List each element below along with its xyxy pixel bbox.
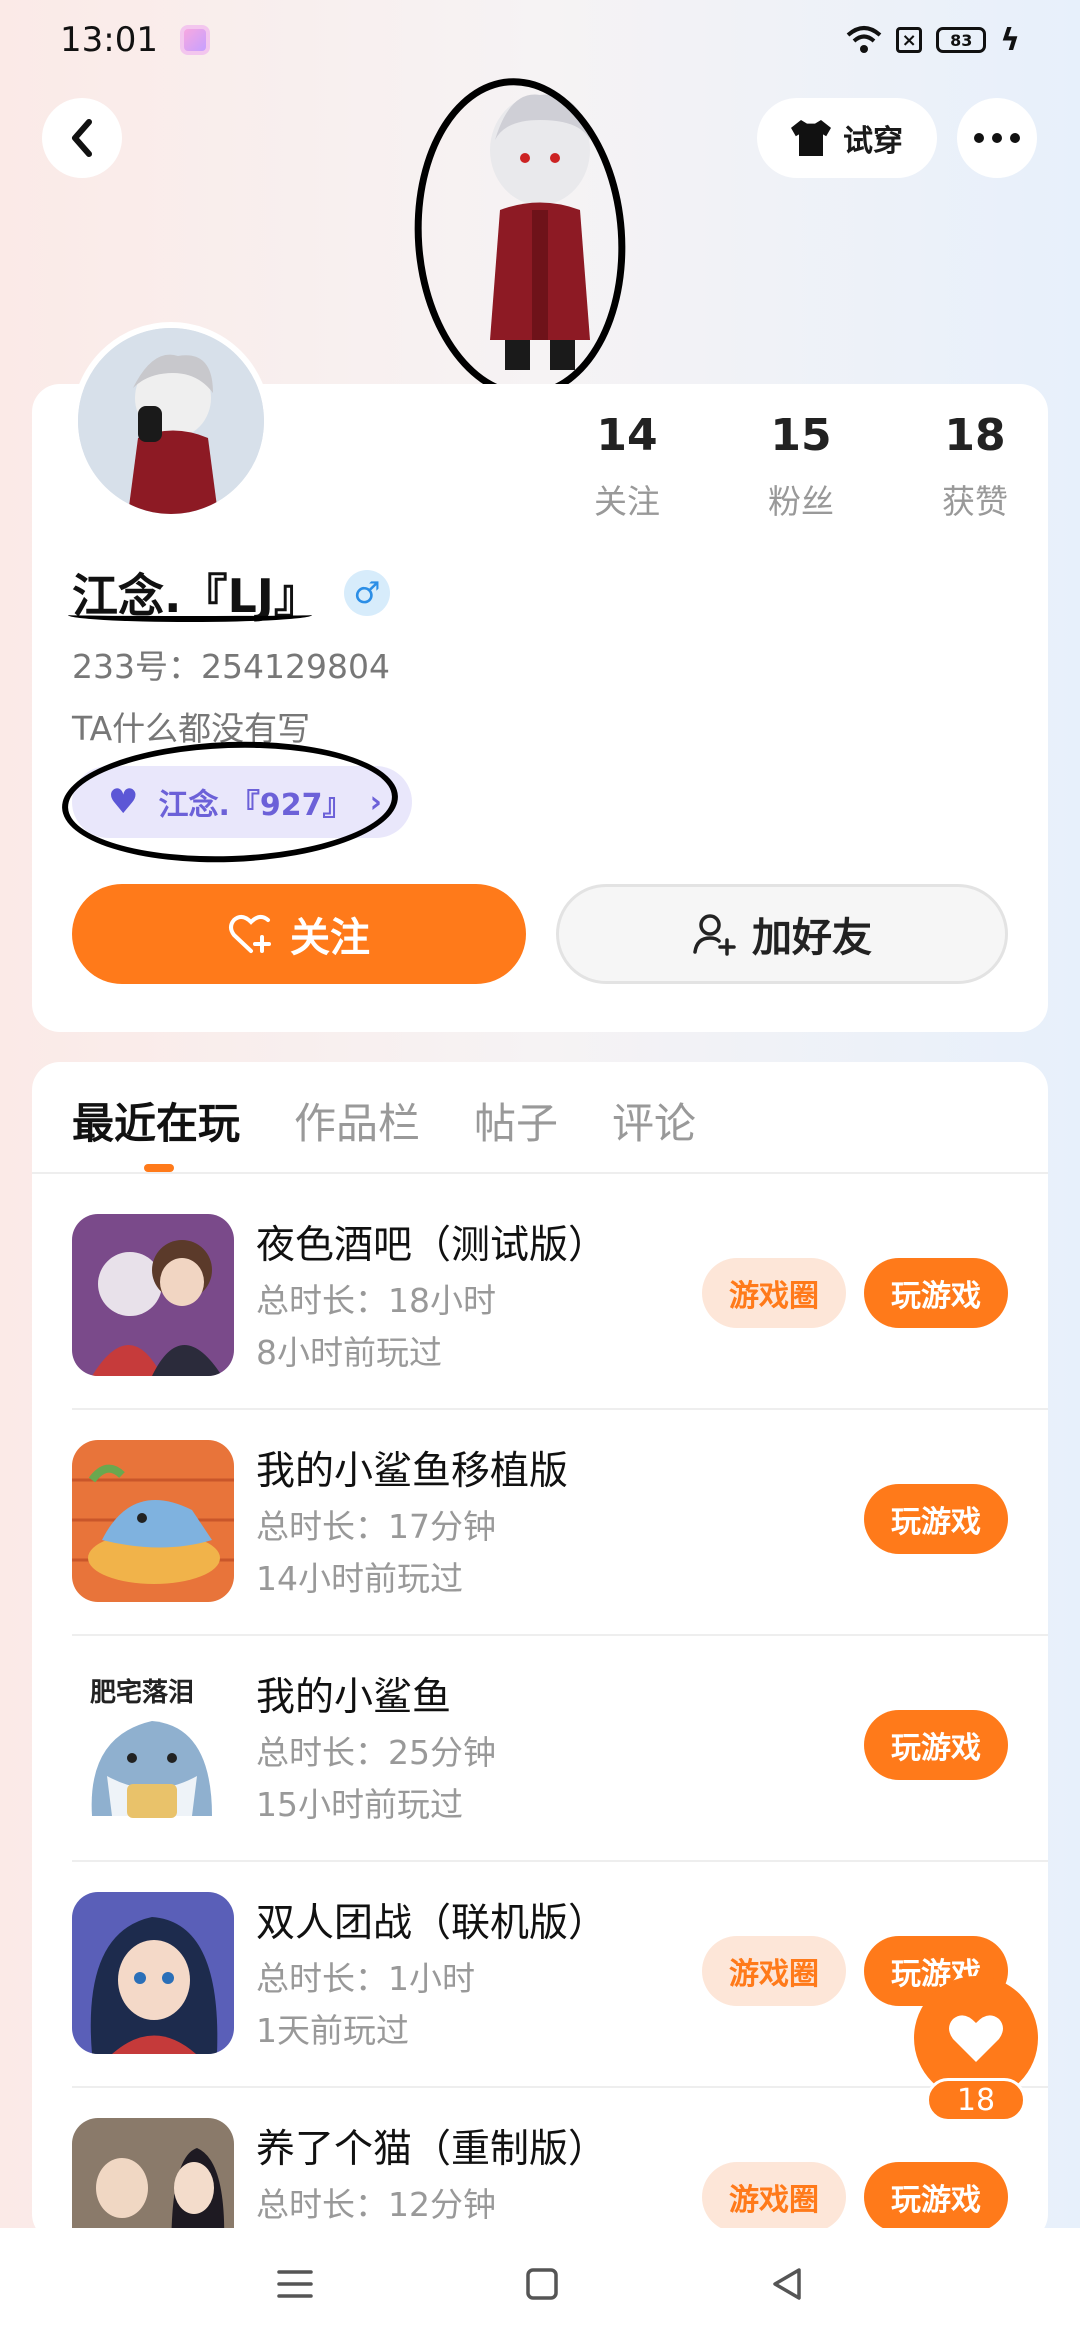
shirt-icon bbox=[791, 120, 831, 156]
game-duration: 总时长：12分钟 bbox=[256, 2185, 496, 2224]
game-thumbnail[interactable]: 肥宅落泪 bbox=[72, 1666, 234, 1828]
status-icons: × 83 ϟ bbox=[846, 23, 1020, 58]
list-item[interactable]: 肥宅落泪 我的小鲨鱼 总时长：25分钟 15小时前玩过 玩游戏 bbox=[72, 1666, 1048, 1892]
stat-following[interactable]: 14 关注 bbox=[540, 410, 714, 523]
game-title: 夜色酒吧（测试版） bbox=[256, 1223, 608, 1268]
stat-following-label: 关注 bbox=[594, 482, 660, 521]
stat-followers[interactable]: 15 粉丝 bbox=[714, 410, 888, 523]
game-last-played: 14小时前玩过 bbox=[256, 1559, 463, 1598]
try-on-label: 试穿 bbox=[843, 124, 903, 159]
male-gender-icon: ♂ bbox=[343, 570, 390, 616]
try-on-button[interactable]: 试穿 bbox=[757, 98, 937, 178]
game-duration: 总时长：25分钟 bbox=[256, 1733, 496, 1772]
row-divider bbox=[72, 1408, 1048, 1410]
stat-followers-value: 15 bbox=[770, 410, 832, 461]
list-item[interactable]: 养了个猫（重制版） 总时长：12分钟 游戏圈 玩游戏 bbox=[72, 2118, 1008, 2228]
play-game-button[interactable]: 玩游戏 bbox=[864, 1710, 1008, 1780]
tab-divider bbox=[32, 1172, 1048, 1174]
chevron-left-icon bbox=[72, 119, 92, 157]
sim-disabled-icon: × bbox=[896, 27, 923, 53]
back-button[interactable] bbox=[42, 98, 122, 178]
stat-following-value: 14 bbox=[596, 410, 658, 461]
wifi-icon bbox=[846, 26, 882, 53]
stat-likes-value: 18 bbox=[944, 410, 1006, 461]
tab-indicator bbox=[144, 1164, 174, 1172]
follow-button[interactable]: 关注 bbox=[72, 884, 526, 984]
play-game-button[interactable]: 玩游戏 bbox=[864, 1258, 1008, 1328]
game-last-played: 1天前玩过 bbox=[256, 2011, 409, 2050]
stat-likes[interactable]: 18 获赞 bbox=[888, 410, 1062, 523]
game-last-played: 15小时前玩过 bbox=[256, 1785, 463, 1824]
play-game-button[interactable]: 玩游戏 bbox=[864, 1484, 1008, 1554]
tab-comments[interactable]: 评论 bbox=[612, 1090, 696, 1151]
list-item[interactable]: 我的小鲨鱼移植版 总时长：17分钟 14小时前玩过 玩游戏 bbox=[72, 1440, 1048, 1666]
more-button[interactable] bbox=[957, 98, 1037, 178]
list-item[interactable]: 双人团战（联机版） 总时长：1小时 1天前玩过 游戏圈 玩游戏 bbox=[72, 1892, 1048, 2118]
back-triangle-icon[interactable] bbox=[769, 2266, 805, 2302]
row-divider bbox=[72, 2086, 1048, 2088]
add-user-icon bbox=[693, 914, 736, 956]
game-circle-button[interactable]: 游戏圈 bbox=[702, 2162, 846, 2228]
stat-followers-label: 粉丝 bbox=[768, 482, 834, 521]
game-title: 双人团战（联机版） bbox=[256, 1901, 608, 1946]
game-duration: 总时长：18小时 bbox=[256, 1281, 496, 1320]
system-nav-bar bbox=[0, 2228, 1080, 2340]
game-circle-button[interactable]: 游戏圈 bbox=[702, 1258, 846, 1328]
add-friend-button[interactable]: 加好友 bbox=[556, 884, 1008, 984]
status-time: 13:01 bbox=[60, 20, 158, 60]
name-underline-mark bbox=[68, 608, 312, 622]
game-title: 养了个猫（重制版） bbox=[256, 2127, 608, 2172]
list-item[interactable]: 夜色酒吧（测试版） 总时长：18小时 8小时前玩过 游戏圈 玩游戏 bbox=[72, 1214, 1048, 1440]
stats-row: 14 关注 15 粉丝 18 获赞 bbox=[540, 410, 1062, 523]
app-notification-icon bbox=[179, 25, 210, 55]
game-thumbnail[interactable] bbox=[72, 1214, 234, 1376]
more-dots-icon bbox=[974, 133, 1020, 143]
home-square-icon[interactable] bbox=[525, 2267, 559, 2301]
game-title: 我的小鲨鱼移植版 bbox=[256, 1449, 569, 1494]
stat-likes-label: 获赞 bbox=[942, 482, 1008, 521]
game-thumbnail[interactable] bbox=[72, 1892, 234, 2054]
profile-tabs: 最近在玩 作品栏 帖子 评论 bbox=[72, 1090, 696, 1151]
follow-label: 关注 bbox=[290, 915, 370, 961]
avatar-image bbox=[78, 328, 264, 514]
charging-icon: ϟ bbox=[1000, 22, 1020, 58]
menu-icon[interactable] bbox=[275, 2268, 315, 2300]
user-id[interactable]: 233号：254129804 bbox=[72, 640, 390, 688]
game-thumbnail[interactable] bbox=[72, 2118, 234, 2228]
like-count-badge: 18 bbox=[926, 2078, 1026, 2122]
row-divider bbox=[72, 1860, 1048, 1862]
game-title: 我的小鲨鱼 bbox=[256, 1675, 452, 1720]
tab-posts[interactable]: 帖子 bbox=[474, 1090, 558, 1151]
game-last-played: 8小时前玩过 bbox=[256, 1333, 442, 1372]
add-friend-label: 加好友 bbox=[752, 915, 872, 961]
battery-icon: 83 bbox=[936, 27, 987, 53]
avatar[interactable] bbox=[72, 322, 270, 520]
tab-recently-played[interactable]: 最近在玩 bbox=[72, 1090, 240, 1151]
game-circle-button[interactable]: 游戏圈 bbox=[702, 1936, 846, 2006]
tab-works[interactable]: 作品栏 bbox=[294, 1090, 420, 1151]
row-divider bbox=[72, 1634, 1048, 1636]
game-duration: 总时长：1小时 bbox=[256, 1959, 475, 1998]
game-duration: 总时长：17分钟 bbox=[256, 1507, 496, 1546]
heart-icon bbox=[949, 2015, 1003, 2062]
heart-plus-icon bbox=[229, 915, 271, 953]
game-thumbnail[interactable] bbox=[72, 1440, 234, 1602]
status-bar: 13:01 × 83 ϟ bbox=[0, 0, 1080, 80]
play-game-button[interactable]: 玩游戏 bbox=[864, 2162, 1008, 2228]
